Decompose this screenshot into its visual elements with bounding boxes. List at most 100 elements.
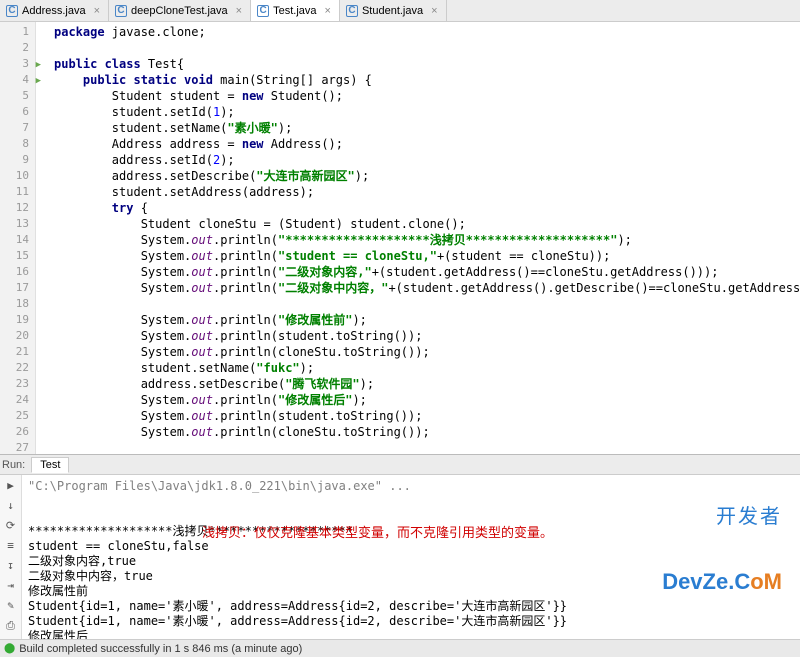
- code-line[interactable]: System.out.println("修改属性后");: [54, 392, 796, 408]
- gutter: 123▶4▶5678910111213141516171819202122232…: [0, 22, 36, 454]
- gutter-line: 19: [2, 312, 29, 328]
- gutter-line: 12: [2, 200, 29, 216]
- gutter-line: 16: [2, 264, 29, 280]
- run-gutter-icon[interactable]: ▶: [36, 57, 41, 73]
- run-config-tab[interactable]: Test: [31, 457, 69, 473]
- gutter-line: 25: [2, 408, 29, 424]
- run-tool-icon-5[interactable]: ⇥: [4, 579, 18, 593]
- console-line: 修改属性后: [28, 629, 794, 639]
- close-icon[interactable]: ×: [232, 5, 242, 17]
- run-tool-icon-6[interactable]: ✎: [4, 599, 18, 613]
- tab-label: Address.java: [22, 5, 86, 17]
- code-line[interactable]: public class Test{: [54, 56, 796, 72]
- run-tool-icon-1[interactable]: ↓: [4, 499, 18, 513]
- gutter-line: 9: [2, 152, 29, 168]
- close-icon[interactable]: ×: [427, 5, 437, 17]
- editor-tabs: C Address.java × CdeepCloneTest.java × C Test.…: [0, 0, 800, 22]
- code-line[interactable]: System.out.println("修改属性前");: [54, 312, 796, 328]
- run-tool-icon-3[interactable]: ≡: [4, 539, 18, 553]
- run-tool-icon-2[interactable]: ⟳: [4, 519, 18, 533]
- gutter-line: 1: [2, 24, 29, 40]
- gutter-line: 8: [2, 136, 29, 152]
- gutter-line: 13: [2, 216, 29, 232]
- code-line[interactable]: System.out.println("********************…: [54, 232, 796, 248]
- console-cmd: "C:\Program Files\Java\jdk1.8.0_221\bin\…: [28, 479, 794, 494]
- gutter-line: 14: [2, 232, 29, 248]
- code-line[interactable]: address.setId(2);: [54, 152, 796, 168]
- run-tool-icon-0[interactable]: ▶: [4, 479, 18, 493]
- code-line[interactable]: System.out.println("二级对象中内容，"+(student.g…: [54, 280, 796, 296]
- run-label: Run:: [2, 459, 25, 471]
- gutter-line: 18: [2, 296, 29, 312]
- console-line: Student{id=1, name='素小暖', address=Addres…: [28, 614, 794, 629]
- status-bar: ⬤ Build completed successfully in 1 s 84…: [0, 639, 800, 657]
- gutter-line: 7: [2, 120, 29, 136]
- gutter-line: 20: [2, 328, 29, 344]
- code-line[interactable]: System.out.println(student.toString());: [54, 408, 796, 424]
- console-line: 修改属性前: [28, 584, 794, 599]
- gutter-line: 2: [2, 40, 29, 56]
- run-tool-icon-7[interactable]: ⎙: [4, 619, 18, 633]
- gutter-line: 27: [2, 440, 29, 454]
- java-file-icon: C: [6, 5, 18, 17]
- editor: 123▶4▶5678910111213141516171819202122232…: [0, 22, 800, 454]
- code-line[interactable]: student.setId(1);: [54, 104, 796, 120]
- code-line[interactable]: System.out.println("二级对象内容,"+(student.ge…: [54, 264, 796, 280]
- tab-student-java[interactable]: CStudent.java×: [340, 0, 447, 21]
- gutter-line: 24: [2, 392, 29, 408]
- code-line[interactable]: try {: [54, 200, 796, 216]
- code-line[interactable]: Student cloneStu = (Student) student.clo…: [54, 216, 796, 232]
- gutter-line: 4▶: [2, 72, 29, 88]
- gutter-line: 21: [2, 344, 29, 360]
- code-line[interactable]: address.setDescribe("腾飞软件园");: [54, 376, 796, 392]
- code-line[interactable]: package javase.clone;: [54, 24, 796, 40]
- gutter-line: 10: [2, 168, 29, 184]
- run-gutter-icon[interactable]: ▶: [36, 73, 41, 89]
- gutter-line: 11: [2, 184, 29, 200]
- console-line: 二级对象中内容，true: [28, 569, 794, 584]
- tab-label: deepCloneTest.java: [131, 5, 228, 17]
- run-tabs: Run: Test: [0, 455, 800, 475]
- run-panel: Run: Test ▶↓⟳≡↧⇥✎⎙🗑 "C:\Program Files\Ja…: [0, 454, 800, 639]
- status-text: Build completed successfully in 1 s 846 …: [19, 643, 302, 655]
- tab-test-java[interactable]: C Test.java ×: [251, 0, 340, 21]
- console-output[interactable]: "C:\Program Files\Java\jdk1.8.0_221\bin\…: [22, 475, 800, 639]
- code-line[interactable]: student.setName("fukc");: [54, 360, 796, 376]
- code-line[interactable]: student.setAddress(address);: [54, 184, 796, 200]
- console-line: 二级对象内容,true: [28, 554, 794, 569]
- code-area[interactable]: package javase.clone;public class Test{ …: [36, 22, 800, 454]
- gutter-line: 23: [2, 376, 29, 392]
- gutter-line: 26: [2, 424, 29, 440]
- java-file-icon: C: [257, 5, 269, 17]
- code-line[interactable]: [54, 440, 796, 454]
- tab-label: Test.java: [273, 5, 316, 17]
- close-icon[interactable]: ×: [321, 5, 331, 17]
- close-icon[interactable]: ×: [90, 5, 100, 17]
- gutter-line: 3▶: [2, 56, 29, 72]
- code-line[interactable]: student.setName("素小暖");: [54, 120, 796, 136]
- run-tool-icon-4[interactable]: ↧: [4, 559, 18, 573]
- code-line[interactable]: [54, 40, 796, 56]
- code-line[interactable]: Address address = new Address();: [54, 136, 796, 152]
- console-line: student == cloneStu,false: [28, 539, 794, 554]
- code-line[interactable]: public static void main(String[] args) {: [54, 72, 796, 88]
- code-line[interactable]: Student student = new Student();: [54, 88, 796, 104]
- gutter-line: 22: [2, 360, 29, 376]
- gutter-line: 6: [2, 104, 29, 120]
- run-toolbar: ▶↓⟳≡↧⇥✎⎙🗑: [0, 475, 22, 639]
- annotation-text: 浅拷贝：仅仅克隆基本类型变量，而不克隆引用类型的变量。: [202, 525, 553, 540]
- build-success-icon: ⬤: [4, 643, 15, 654]
- code-line[interactable]: System.out.println("student == cloneStu,…: [54, 248, 796, 264]
- code-line[interactable]: System.out.println(student.toString());: [54, 328, 796, 344]
- console-line: Student{id=1, name='素小暖', address=Addres…: [28, 599, 794, 614]
- tab-address-java[interactable]: C Address.java ×: [0, 0, 109, 21]
- code-line[interactable]: address.setDescribe("大连市高新园区");: [54, 168, 796, 184]
- tab-deepclonetest-java[interactable]: CdeepCloneTest.java ×: [109, 0, 251, 21]
- gutter-line: 15: [2, 248, 29, 264]
- code-line[interactable]: System.out.println(cloneStu.toString());: [54, 424, 796, 440]
- tab-label: Student.java: [362, 5, 423, 17]
- code-line[interactable]: System.out.println(cloneStu.toString());: [54, 344, 796, 360]
- java-file-icon: C: [115, 5, 127, 17]
- code-line[interactable]: [54, 296, 796, 312]
- gutter-line: 5: [2, 88, 29, 104]
